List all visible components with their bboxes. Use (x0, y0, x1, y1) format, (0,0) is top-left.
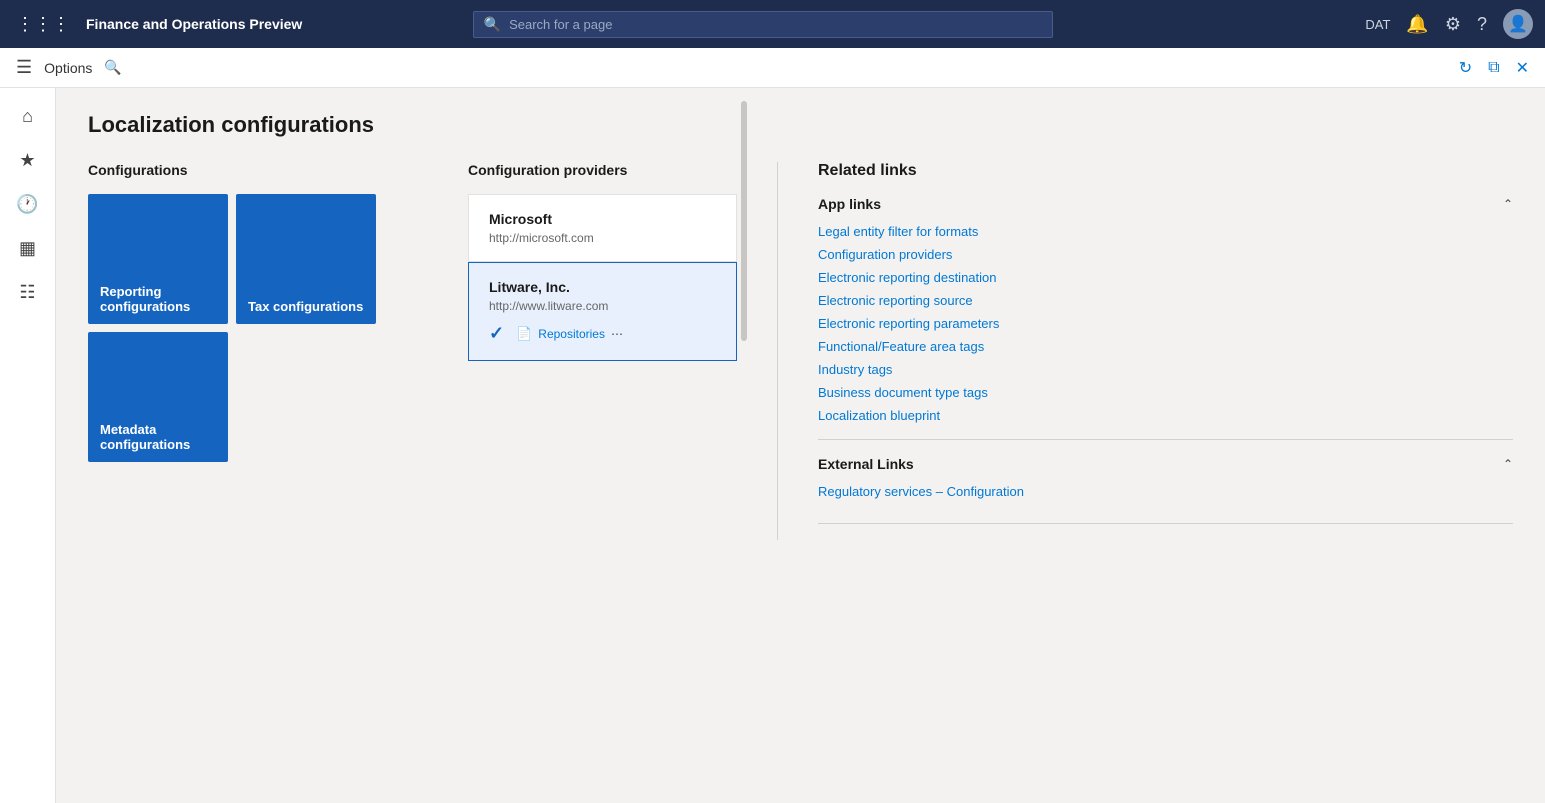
provider-url-litware: http://www.litware.com (489, 299, 716, 313)
sidebar-workspaces[interactable]: ▦ (8, 228, 48, 268)
settings-icon[interactable]: ⚙ (1445, 14, 1461, 35)
grid-icon[interactable]: ⋮⋮⋮ (12, 10, 74, 39)
topbar: ⋮⋮⋮ Finance and Operations Preview 🔍 DAT… (0, 0, 1545, 48)
app-links-header: App links ⌃ (818, 196, 1513, 212)
open-new-icon[interactable]: ⧉ (1488, 59, 1499, 77)
link-functional-tags[interactable]: Functional/Feature area tags (818, 339, 1513, 354)
sidebar-favorites[interactable]: ★ (8, 140, 48, 180)
topbar-right: DAT 🔔 ⚙ ? 👤 (1365, 9, 1533, 39)
refresh-icon[interactable]: ↻ (1459, 58, 1472, 78)
providers-column-title: Configuration providers (468, 162, 737, 178)
link-loc-blueprint[interactable]: Localization blueprint (818, 408, 1513, 423)
app-links-chevron-icon[interactable]: ⌃ (1503, 197, 1513, 211)
check-icon: ✓ (489, 323, 504, 344)
dat-label: DAT (1365, 17, 1390, 32)
more-icon[interactable]: ⋯ (611, 327, 625, 341)
app-title: Finance and Operations Preview (86, 16, 302, 32)
search-icon: 🔍 (484, 16, 501, 33)
divider-2 (818, 523, 1513, 524)
secondbar-actions: ↻ ⧉ ✕ (1459, 58, 1529, 78)
sidebar-recent[interactable]: 🕐 (8, 184, 48, 224)
link-reg-services[interactable]: Regulatory services – Configuration (818, 484, 1513, 499)
external-links-header: External Links ⌃ (818, 456, 1513, 472)
external-links-chevron-icon[interactable]: ⌃ (1503, 457, 1513, 471)
provider-name-litware: Litware, Inc. (489, 279, 716, 295)
book-icon: 📄 (516, 326, 532, 342)
secondbar-search-icon[interactable]: 🔍 (104, 59, 121, 76)
secondbar: ☰ Options 🔍 ↻ ⧉ ✕ (0, 48, 1545, 88)
page-title: Localization configurations (88, 112, 1513, 138)
related-links-title: Related links (818, 162, 1513, 180)
scrollbar[interactable] (741, 101, 747, 341)
sidebar-modules[interactable]: ☷ (8, 272, 48, 312)
app-links-section-label: App links (818, 196, 881, 212)
config-tiles: Reporting configurations Tax configurati… (88, 194, 448, 462)
columns-layout: Configurations Reporting configurations … (88, 162, 1513, 540)
hamburger-icon[interactable]: ☰ (16, 57, 32, 78)
main-layout: ⌂ ★ 🕐 ▦ ☷ Localization configurations Co… (0, 88, 1545, 803)
link-industry-tags[interactable]: Industry tags (818, 362, 1513, 377)
external-links-list: Regulatory services – Configuration (818, 484, 1513, 507)
search-input[interactable] (509, 17, 1042, 32)
tile-metadata[interactable]: Metadata configurations (88, 332, 228, 462)
related-links-column: Related links App links ⌃ Legal entity f… (778, 162, 1513, 540)
repositories-label: Repositories (538, 327, 605, 341)
configurations-column-title: Configurations (88, 162, 448, 178)
app-links-list: Legal entity filter for formats Configur… (818, 224, 1513, 423)
avatar[interactable]: 👤 (1503, 9, 1533, 39)
tile-tax[interactable]: Tax configurations (236, 194, 376, 324)
link-biz-doc-tags[interactable]: Business document type tags (818, 385, 1513, 400)
notification-icon[interactable]: 🔔 (1406, 14, 1428, 35)
link-er-parameters[interactable]: Electronic reporting parameters (818, 316, 1513, 331)
tile-reporting[interactable]: Reporting configurations (88, 194, 228, 324)
provider-card-bottom: ✓ 📄 Repositories ⋯ (489, 323, 716, 344)
configurations-column: Configurations Reporting configurations … (88, 162, 468, 540)
options-label: Options (44, 60, 92, 76)
provider-card-litware[interactable]: Litware, Inc. http://www.litware.com ✓ 📄… (468, 262, 737, 361)
sidebar-home[interactable]: ⌂ (8, 96, 48, 136)
repositories-link[interactable]: 📄 Repositories ⋯ (516, 326, 625, 342)
content-area: Localization configurations Configuratio… (56, 88, 1545, 803)
divider-1 (818, 439, 1513, 440)
provider-name-microsoft: Microsoft (489, 211, 716, 227)
link-er-destination[interactable]: Electronic reporting destination (818, 270, 1513, 285)
close-icon[interactable]: ✕ (1516, 58, 1529, 78)
provider-url-microsoft: http://microsoft.com (489, 231, 716, 245)
external-links-section-label: External Links (818, 456, 914, 472)
search-box[interactable]: 🔍 (473, 11, 1053, 38)
help-icon[interactable]: ? (1477, 14, 1487, 35)
link-er-source[interactable]: Electronic reporting source (818, 293, 1513, 308)
sidebar: ⌂ ★ 🕐 ▦ ☷ (0, 88, 56, 803)
link-legal-entity[interactable]: Legal entity filter for formats (818, 224, 1513, 239)
providers-column: Configuration providers Microsoft http:/… (468, 162, 778, 540)
provider-card-microsoft[interactable]: Microsoft http://microsoft.com (468, 194, 737, 262)
link-config-providers[interactable]: Configuration providers (818, 247, 1513, 262)
